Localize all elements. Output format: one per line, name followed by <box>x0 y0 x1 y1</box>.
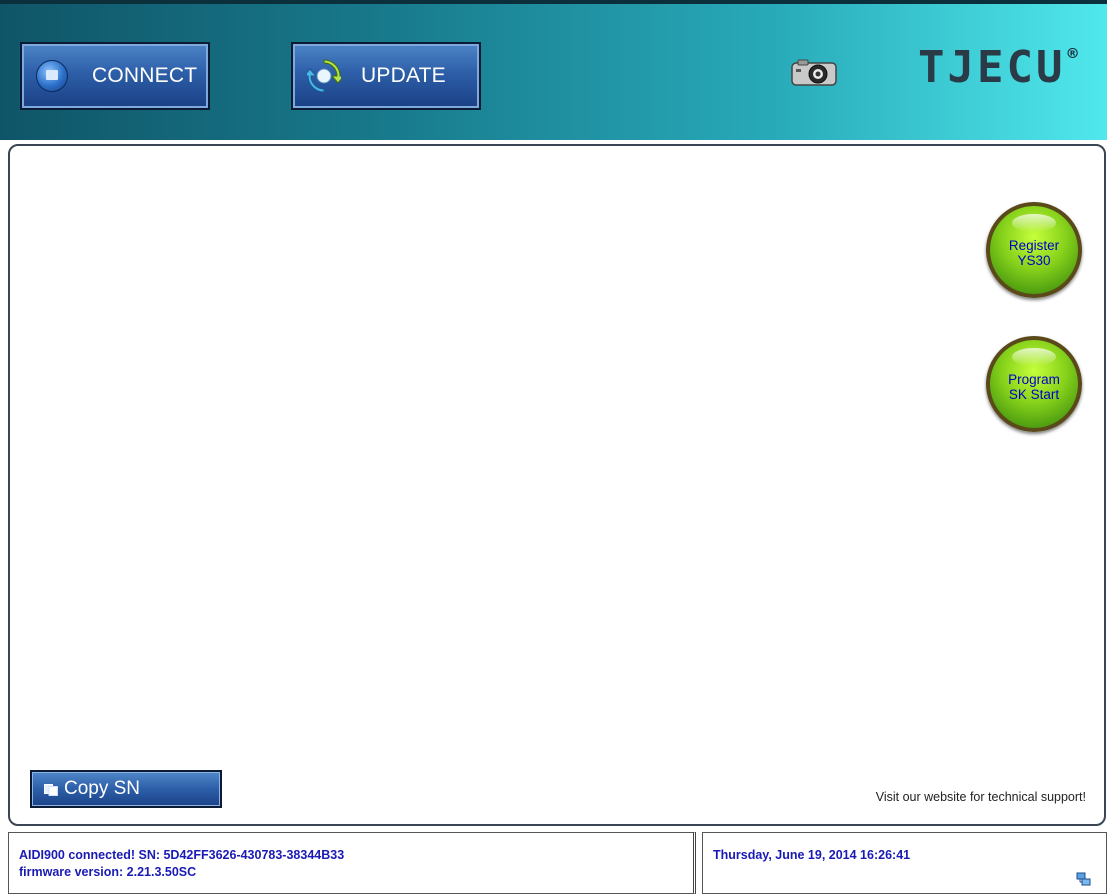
copy-icon <box>44 783 58 796</box>
program-sk-start-label: Program SK Start <box>1008 372 1060 402</box>
toolbar: CONNECT UPDATE TJECU ® <box>0 0 1107 140</box>
update-icon <box>302 59 346 93</box>
register-ys30-label: Register YS30 <box>1008 238 1060 268</box>
connect-icon <box>36 60 68 92</box>
update-label: UPDATE <box>361 64 446 87</box>
update-button[interactable]: UPDATE <box>291 42 481 110</box>
datetime-panel: Thursday, June 19, 2014 16:26:41 <box>702 832 1107 894</box>
support-link[interactable]: Visit our website for technical support! <box>876 790 1086 804</box>
connect-button[interactable]: CONNECT <box>20 42 210 110</box>
copy-sn-button[interactable]: Copy SN <box>30 770 222 808</box>
register-ys30-button[interactable]: Register YS30 <box>986 202 1082 298</box>
connection-status-panel: AIDI900 connected! SN: 5D42FF3626-430783… <box>8 832 696 894</box>
connect-label: CONNECT <box>92 64 198 87</box>
brand-logo: TJECU ® <box>918 42 1078 93</box>
main-panel: Register YS30 Program SK Start Copy SN V… <box>8 144 1106 826</box>
registered-mark: ® <box>1067 44 1078 64</box>
button-highlight <box>1012 214 1056 232</box>
network-icon <box>1076 871 1092 887</box>
camera-icon[interactable] <box>790 59 838 87</box>
datetime-text: Thursday, June 19, 2014 16:26:41 <box>713 848 911 862</box>
firmware-version-text: firmware version: 2.21.3.50SC <box>19 865 197 879</box>
program-sk-start-button[interactable]: Program SK Start <box>986 336 1082 432</box>
button-highlight <box>1012 348 1056 366</box>
logo-text: TJECU <box>918 42 1066 93</box>
copy-sn-label: Copy SN <box>64 778 141 799</box>
connection-status-text: AIDI900 connected! SN: 5D42FF3626-430783… <box>19 848 345 862</box>
